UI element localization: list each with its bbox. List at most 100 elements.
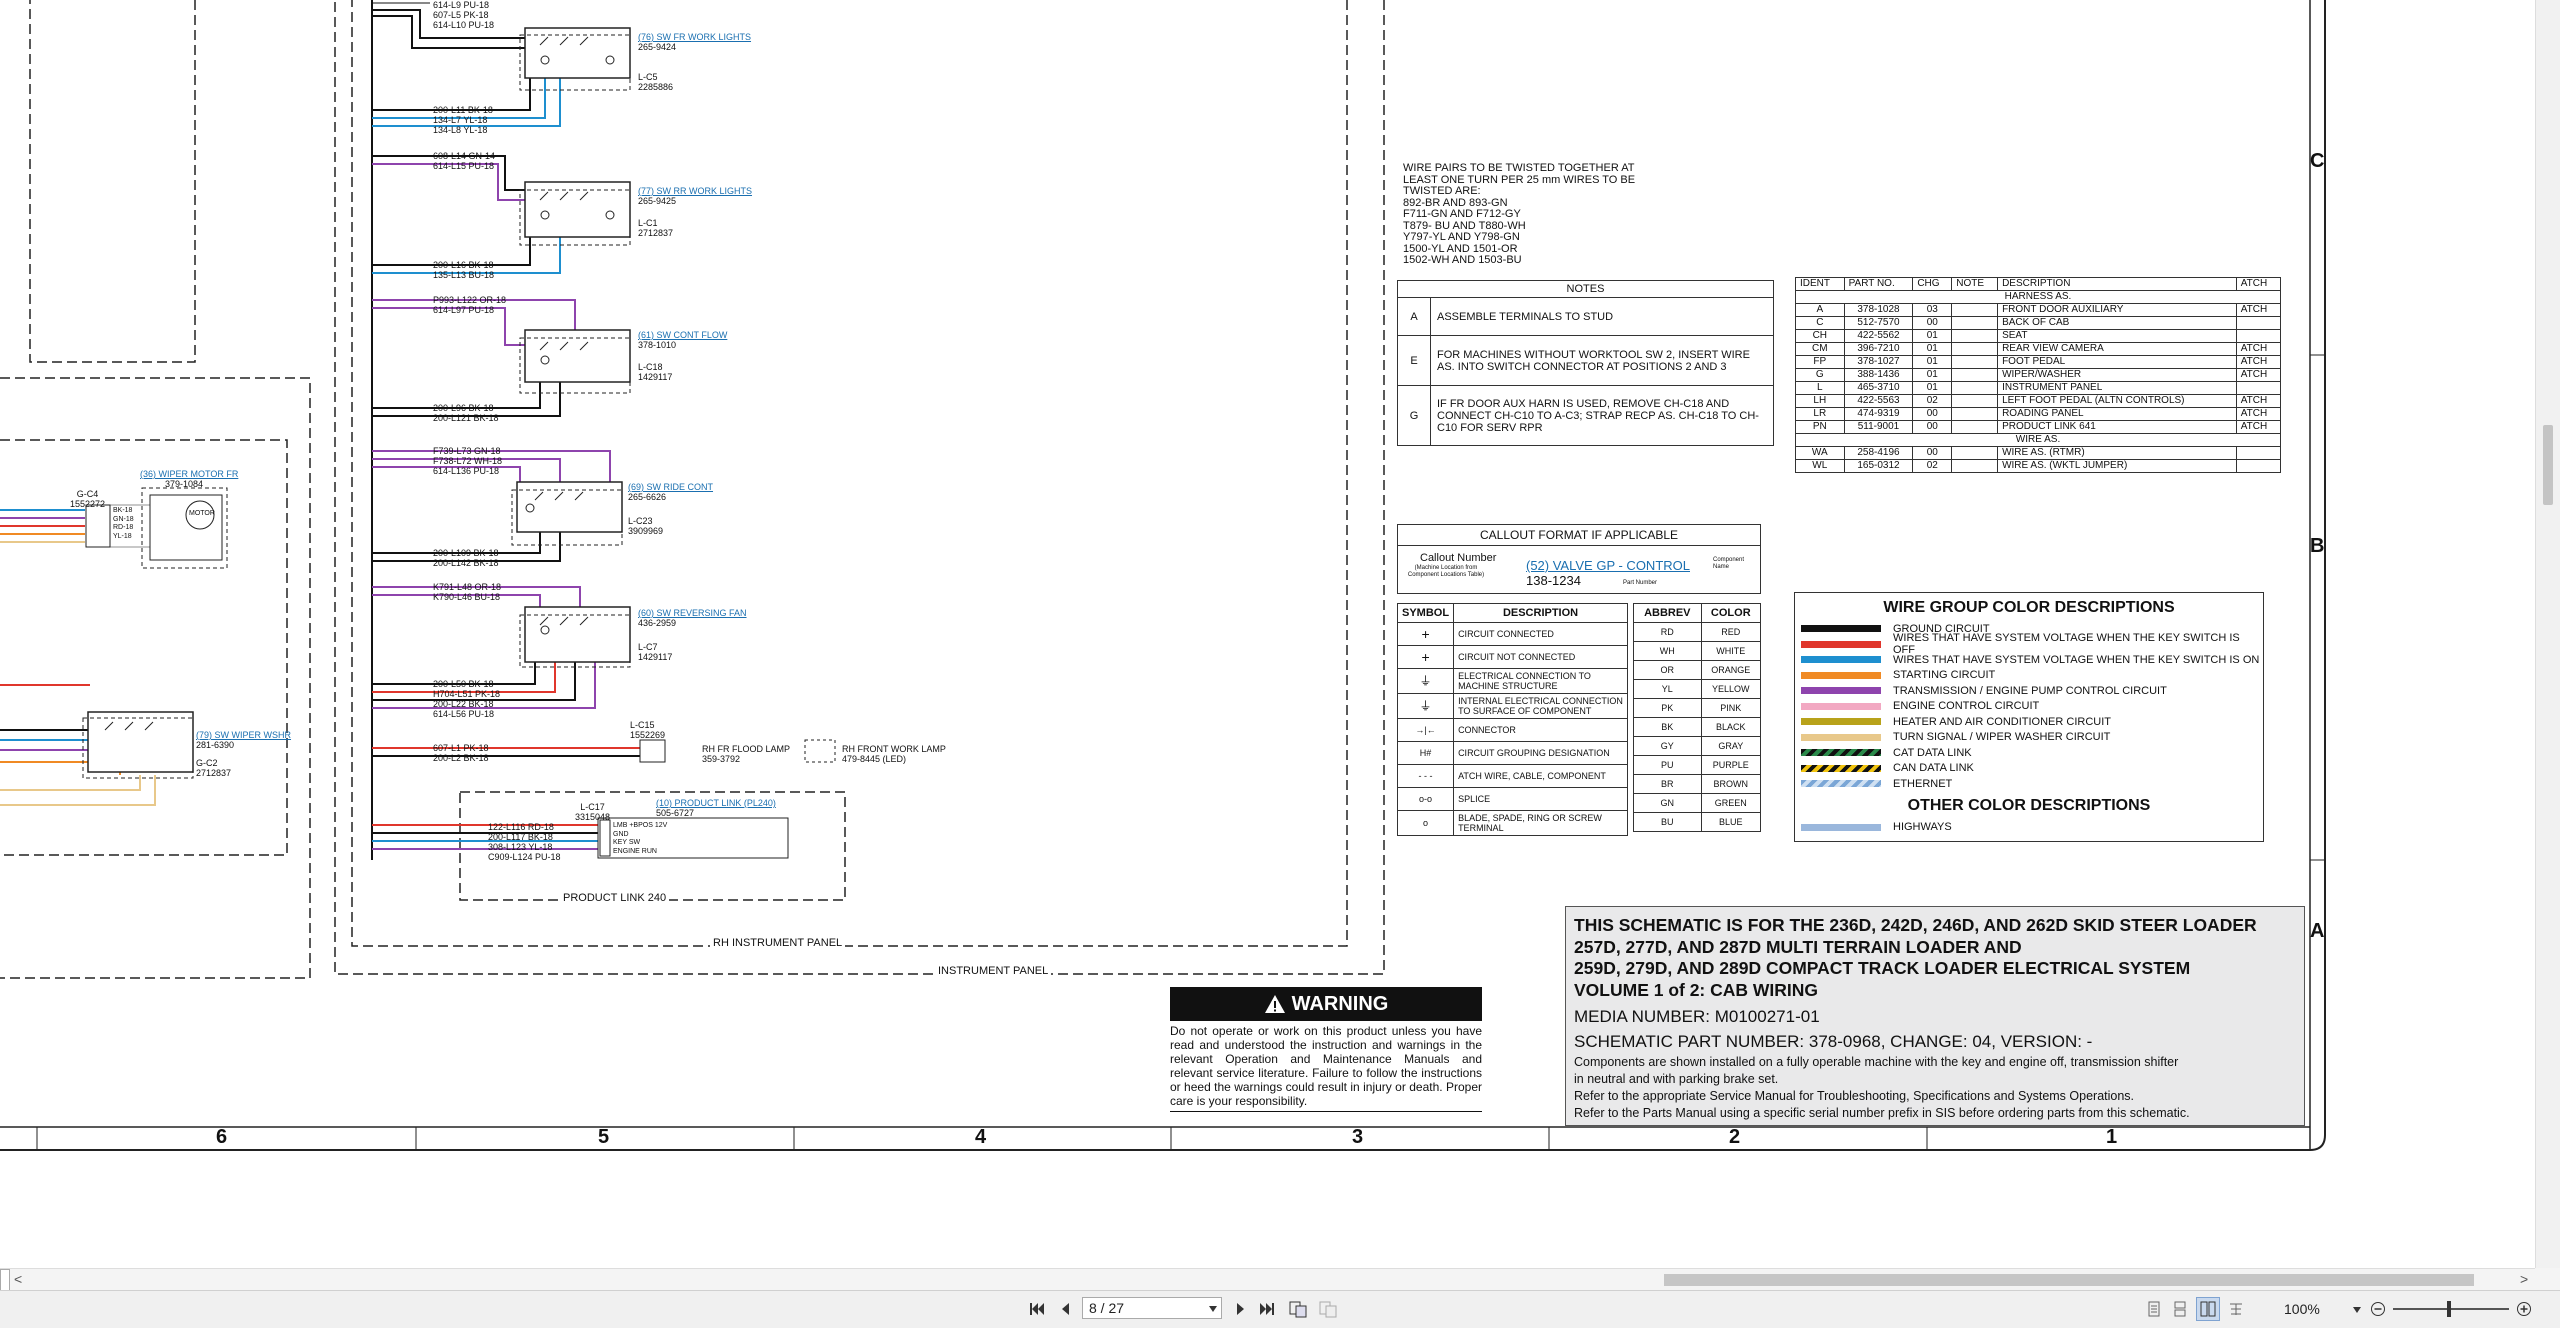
- parts-table: IDENT PART NO. CHG NOTE DESCRIPTION ATCH…: [1795, 277, 2282, 473]
- note-id: E: [1397, 335, 1431, 386]
- wire-group-label: HEATER AND AIR CONDITIONER CIRCUIT: [1893, 715, 2111, 728]
- zoom-slider-thumb[interactable]: [2447, 1301, 2451, 1317]
- title-note: Components are shown installed on a full…: [1574, 1055, 2179, 1069]
- component-callout-link[interactable]: (77) SW RR WORK LIGHTS: [638, 186, 752, 196]
- zoom-in-button[interactable]: [2514, 1299, 2534, 1319]
- continuous-page-icon: [2174, 1301, 2186, 1317]
- callout-component-name: Component Name: [1713, 557, 1745, 570]
- component-location-part: 1552272: [70, 499, 106, 509]
- component-callout-link[interactable]: (60) SW REVERSING FAN: [638, 608, 747, 618]
- warning-icon: [1264, 995, 1285, 1013]
- callout-number-label: Callout Number: [1420, 552, 1497, 564]
- table-row: BU BLUE: [1633, 812, 1762, 832]
- component-location: L-C5: [638, 72, 658, 82]
- table-row: H# CIRCUIT GROUPING DESIGNATION: [1396, 741, 1628, 765]
- page-number-field[interactable]: 8 / 27: [1082, 1297, 1222, 1319]
- facing-pages-icon: [2200, 1301, 2216, 1317]
- component-front-work-lamp: RH FRONT WORK LAMP 479-8445 (LED): [842, 744, 946, 764]
- notes-table: NOTES A ASSEMBLE TERMINALS TO STUD E FOR M…: [1397, 280, 1774, 446]
- symbol-desc: ATCH WIRE, CABLE, COMPONENT: [1453, 764, 1628, 788]
- table-row: CH 422-5562 01 SEAT: [1795, 329, 2282, 343]
- product-link-location: L-C17 3315048: [575, 802, 610, 822]
- previous-view-button[interactable]: [1287, 1298, 1309, 1320]
- component-location: G-C4: [76, 489, 99, 499]
- component-label: RH FR FLOOD LAMP: [702, 744, 791, 754]
- pin-label: GN-18: [113, 515, 134, 523]
- component-location-part: 3315048: [575, 812, 611, 822]
- wire-labels-ride-in: F739-L73 GN-18 F738-L72 WH-18 614-L136 P…: [433, 446, 502, 476]
- flood-lamp-location: L-C15 1552269: [630, 720, 665, 740]
- component-callout-link[interactable]: (69) SW RIDE CONT: [628, 482, 713, 492]
- last-page-button[interactable]: [1257, 1299, 1277, 1319]
- wire-group-row: HIGHWAYS: [1795, 820, 2263, 836]
- table-row: LH 422-5563 02 LEFT FOOT PEDAL (ALTN CONTRO…: [1795, 394, 2282, 408]
- chevron-down-icon[interactable]: [1209, 1306, 1217, 1312]
- first-page-button[interactable]: [1027, 1299, 1047, 1319]
- parts-header: PART NO.: [1843, 277, 1914, 291]
- wire-label: 200-L22 BK-18: [433, 699, 494, 709]
- component-location: L-C23: [628, 516, 653, 526]
- symbol-desc: CIRCUIT NOT CONNECTED: [1453, 645, 1628, 669]
- wire-label: 135-L13 BU-18: [433, 270, 495, 280]
- wire-labels-plink: 122-L116 RD-18 200-L117 BK-18 308-L123 Y…: [488, 822, 561, 862]
- wire-label: F738-L72 WH-18: [433, 456, 503, 466]
- zoom-in-icon: [2517, 1302, 2531, 1316]
- product-link-240-label: PRODUCT LINK 240: [560, 892, 670, 904]
- next-view-button[interactable]: [1317, 1298, 1339, 1320]
- component-part: 479-8445 (LED): [842, 754, 907, 764]
- zoom-level[interactable]: 100%: [2284, 1301, 2320, 1317]
- wire-group-row: ETHERNET: [1795, 776, 2263, 792]
- facing-view-button[interactable]: [2196, 1297, 2220, 1321]
- wire-label: 614-L10 PU-18: [433, 20, 495, 30]
- table-row: FP 378-1027 01 FOOT PEDAL ATCH: [1795, 355, 2282, 369]
- symbol-glyph: ⏚: [1396, 693, 1455, 719]
- component-callout-link[interactable]: (76) SW FR WORK LIGHTS: [638, 32, 751, 42]
- table-row: ⏚ ELECTRICAL CONNECTION TO MACHINE STRUCT…: [1396, 668, 1628, 694]
- wire-label: 614-L97 PU-18: [433, 305, 495, 315]
- media-number: MEDIA NUMBER: M0100271-01: [1574, 1007, 1820, 1026]
- next-page-icon: [1237, 1303, 1244, 1315]
- callout-example-link[interactable]: (52) VALVE GP - CONTROL: [1526, 558, 1690, 573]
- continuous-view-button[interactable]: [2170, 1299, 2190, 1319]
- scroll-left-arrow-icon[interactable]: <: [14, 1271, 22, 1287]
- pin-label: ENGINE RUN: [613, 847, 657, 855]
- zoom-out-button[interactable]: [2368, 1299, 2388, 1319]
- wire-labels-fr: 200-L11 BK-18 134-L7 YL-18 134-L8 YL-18: [433, 105, 493, 135]
- single-page-view-button[interactable]: [2144, 1299, 2164, 1319]
- component-label: RH FRONT WORK LAMP: [842, 744, 946, 754]
- next-page-button[interactable]: [1233, 1299, 1249, 1319]
- component-callout-link[interactable]: (79) SW WIPER WSHR: [196, 730, 291, 740]
- wire-color-swatch: [1801, 640, 1881, 648]
- table-row: o-o SPLICE: [1396, 787, 1628, 811]
- table-row: YL YELLOW: [1633, 679, 1762, 699]
- wire-group-label: STARTING CIRCUIT: [1893, 669, 1996, 682]
- wire-group-row: WIRES THAT HAVE SYSTEM VOLTAGE WHEN THE …: [1795, 632, 2263, 656]
- horizontal-scroll-thumb[interactable]: [1664, 1274, 2474, 1286]
- component-part: 359-3792: [702, 754, 741, 764]
- vertical-scrollbar[interactable]: [2535, 0, 2560, 1290]
- symbol-desc: CIRCUIT CONNECTED: [1453, 622, 1628, 646]
- wire-group-row: TRANSMISSION / ENGINE PUMP CONTROL CIRCU…: [1795, 683, 2263, 699]
- symbol-header: SYMBOL: [1396, 603, 1455, 623]
- horizontal-scrollbar[interactable]: < >: [0, 1268, 2535, 1291]
- wiper-motor-pins: BK-18 GN-18 RD-18 YL-18: [113, 507, 134, 541]
- table-row: L 465-3710 01 INSTRUMENT PANEL: [1795, 381, 2282, 395]
- wire-label: 614-L56 PU-18: [433, 709, 495, 719]
- scroll-facing-view-button[interactable]: [2226, 1299, 2246, 1319]
- table-row: PU PURPLE: [1633, 755, 1762, 775]
- zoom-slider-track[interactable]: [2393, 1308, 2509, 1310]
- previous-page-button[interactable]: [1057, 1299, 1073, 1319]
- component-location-part: 2712837: [196, 768, 232, 778]
- zoom-dropdown-chevron-icon[interactable]: [2353, 1307, 2361, 1313]
- scroll-left-edge[interactable]: [0, 1269, 10, 1291]
- symbol-desc: CIRCUIT GROUPING DESIGNATION: [1453, 741, 1628, 765]
- component-callout-link[interactable]: (36) WIPER MOTOR FR: [140, 469, 238, 479]
- instrument-panel-label: INSTRUMENT PANEL: [935, 965, 1052, 977]
- component-callout-link[interactable]: (61) SW CONT FLOW: [638, 330, 727, 340]
- vertical-scroll-thumb[interactable]: [2543, 425, 2553, 505]
- component-callout-link[interactable]: (10) PRODUCT LINK (PL240): [656, 798, 776, 808]
- scroll-right-arrow-icon[interactable]: >: [2520, 1271, 2528, 1287]
- title-line: 259D, 279D, AND 289D COMPACT TRACK LOADE…: [1574, 958, 2191, 978]
- twist-note-line: F711-GN AND F712-GY: [1403, 208, 1521, 220]
- component-fr-work-lights: (76) SW FR WORK LIGHTS 265-9424 L-C5 228…: [638, 32, 751, 92]
